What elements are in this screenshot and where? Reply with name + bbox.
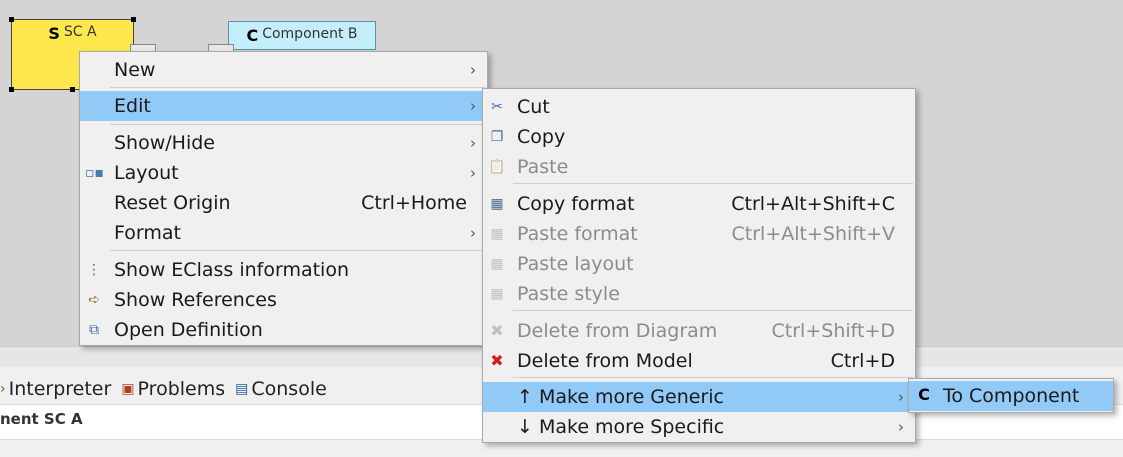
console-icon: ▤ [235, 381, 249, 397]
menu-item-label: Paste format [517, 223, 638, 245]
menu-item-label: Paste layout [517, 253, 634, 275]
problems-icon: ▣ [121, 381, 135, 397]
menu-item-show-hide[interactable]: Show/Hide › [80, 128, 487, 158]
menu-item-label: ↓ Make more Specific [517, 416, 725, 438]
menu-item-label: Paste style [517, 283, 620, 305]
chevron-right-icon: › [470, 97, 476, 115]
node-sc-a-type-glyph: S [48, 24, 60, 43]
menu-item-label: Edit [114, 95, 151, 117]
panel-tab-bar: › Interpreter ▣ Problems ▤ Console [0, 374, 337, 404]
menu-item-cut[interactable]: ✂ Cut [483, 92, 915, 122]
menu-item-copy[interactable]: ❐ Copy [483, 122, 915, 152]
menu-item-label: Show EClass information [114, 259, 349, 281]
selection-handle[interactable] [70, 87, 75, 92]
menu-item-shortcut: Ctrl+Shift+D [771, 320, 895, 342]
chevron-right-icon: › [898, 388, 904, 406]
menu-item-label: Show References [114, 289, 277, 311]
menu-item-paste-format[interactable]: ▦ Paste format Ctrl+Alt+Shift+V [483, 219, 915, 249]
menu-item-label: Copy format [517, 193, 635, 215]
tab-problems[interactable]: ▣ Problems [121, 378, 225, 400]
menu-item-label: ↑ Make more Generic [517, 386, 724, 408]
menu-item-label: Layout [114, 162, 179, 184]
edit-submenu: ✂ Cut ❐ Copy 📋 Paste ▦ Copy format Ctrl+… [482, 88, 916, 443]
menu-separator [513, 310, 913, 311]
paste-style-icon: ▦ [490, 286, 504, 302]
menu-item-edit[interactable]: Edit › [80, 91, 487, 121]
paste-format-icon: ▦ [490, 226, 504, 242]
menu-separator [110, 124, 485, 125]
open-definition-icon: ⧉ [89, 322, 99, 338]
menu-item-paste-style[interactable]: ▦ Paste style [483, 279, 915, 309]
menu-separator [110, 250, 485, 251]
tab-console-label: Console [251, 378, 327, 400]
menu-item-label: New [114, 59, 156, 81]
menu-item-shortcut: Ctrl+D [830, 350, 895, 372]
selection-handle[interactable] [9, 17, 14, 22]
chevron-right-icon: › [898, 418, 904, 436]
menu-separator [513, 377, 913, 378]
menu-item-paste-layout[interactable]: ▦ Paste layout [483, 249, 915, 279]
eclass-info-icon: ⋮ [87, 262, 101, 278]
selection-handle[interactable] [9, 87, 14, 92]
tab-problems-label: Problems [137, 378, 226, 400]
menu-item-delete-from-model[interactable]: ✖ Delete from Model Ctrl+D [483, 346, 915, 376]
menu-item-label: Show/Hide [114, 132, 215, 154]
menu-item-label: Delete from Diagram [517, 320, 718, 342]
tab-console[interactable]: ▤ Console [235, 378, 327, 400]
menu-item-make-more-specific[interactable]: ↓ Make more Specific › [483, 412, 915, 442]
panel-title: nent SC A [0, 410, 83, 428]
layout-icon: ▫▪ [85, 165, 104, 181]
menu-separator [513, 183, 913, 184]
tab-interpreter[interactable]: › Interpreter [0, 378, 111, 400]
menu-item-show-eclass-information[interactable]: ⋮ Show EClass information [80, 255, 487, 285]
chevron-right-icon: › [470, 61, 476, 79]
menu-item-label: Format [114, 222, 181, 244]
copy-format-icon: ▦ [490, 196, 504, 212]
menu-item-new[interactable]: New › [80, 55, 487, 85]
delete-model-icon: ✖ [490, 351, 504, 370]
make-generic-submenu: C To Component [908, 378, 1114, 413]
node-component-b-type-glyph: C [246, 26, 259, 45]
menu-item-copy-format[interactable]: ▦ Copy format Ctrl+Alt+Shift+C [483, 189, 915, 219]
paste-layout-icon: ▦ [490, 256, 504, 272]
context-menu: New › Edit › Show/Hide › ▫▪ Layout › Res… [79, 51, 488, 346]
chevron-right-icon: › [470, 224, 476, 242]
menu-item-label: Copy [517, 126, 566, 148]
node-component-b-label: Component B [262, 26, 358, 42]
selection-handle[interactable] [131, 17, 136, 22]
menu-item-label: To Component [943, 385, 1080, 407]
tab-interpreter-label: Interpreter [8, 378, 112, 400]
menu-item-paste[interactable]: 📋 Paste [483, 152, 915, 182]
chevron-right-icon: › [470, 134, 476, 152]
node-sc-a-label: SC A [63, 24, 97, 40]
menu-item-label: Reset Origin [114, 192, 231, 214]
component-type-icon: C [918, 385, 930, 404]
menu-item-label: Delete from Model [517, 350, 693, 372]
node-component-b[interactable]: C Component B [228, 21, 376, 50]
interpreter-icon: › [0, 381, 6, 397]
menu-item-layout[interactable]: ▫▪ Layout › [80, 158, 487, 188]
menu-item-delete-from-diagram[interactable]: ✖ Delete from Diagram Ctrl+Shift+D [483, 316, 915, 346]
menu-item-format[interactable]: Format › [80, 218, 487, 248]
menu-item-show-references[interactable]: ➪ Show References [80, 285, 487, 315]
delete-diagram-icon: ✖ [490, 321, 504, 340]
menu-item-open-definition[interactable]: ⧉ Open Definition [80, 315, 487, 345]
menu-item-label: Open Definition [114, 319, 263, 341]
references-icon: ➪ [88, 292, 100, 308]
copy-icon: ❐ [490, 129, 504, 145]
menu-item-shortcut: Ctrl+Alt+Shift+V [731, 223, 895, 245]
menu-item-shortcut: Ctrl+Alt+Shift+C [731, 193, 895, 215]
menu-item-label: Paste [517, 156, 569, 178]
paste-icon: 📋 [488, 159, 506, 175]
menu-item-reset-origin[interactable]: Reset Origin Ctrl+Home [80, 188, 487, 218]
menu-separator [110, 87, 485, 88]
menu-item-to-component[interactable]: C To Component [909, 381, 1113, 411]
menu-item-shortcut: Ctrl+Home [361, 192, 467, 214]
chevron-right-icon: › [470, 164, 476, 182]
scissors-icon: ✂ [491, 99, 503, 115]
menu-item-label: Cut [517, 96, 550, 118]
menu-item-make-more-generic[interactable]: ↑ Make more Generic › [483, 382, 915, 412]
